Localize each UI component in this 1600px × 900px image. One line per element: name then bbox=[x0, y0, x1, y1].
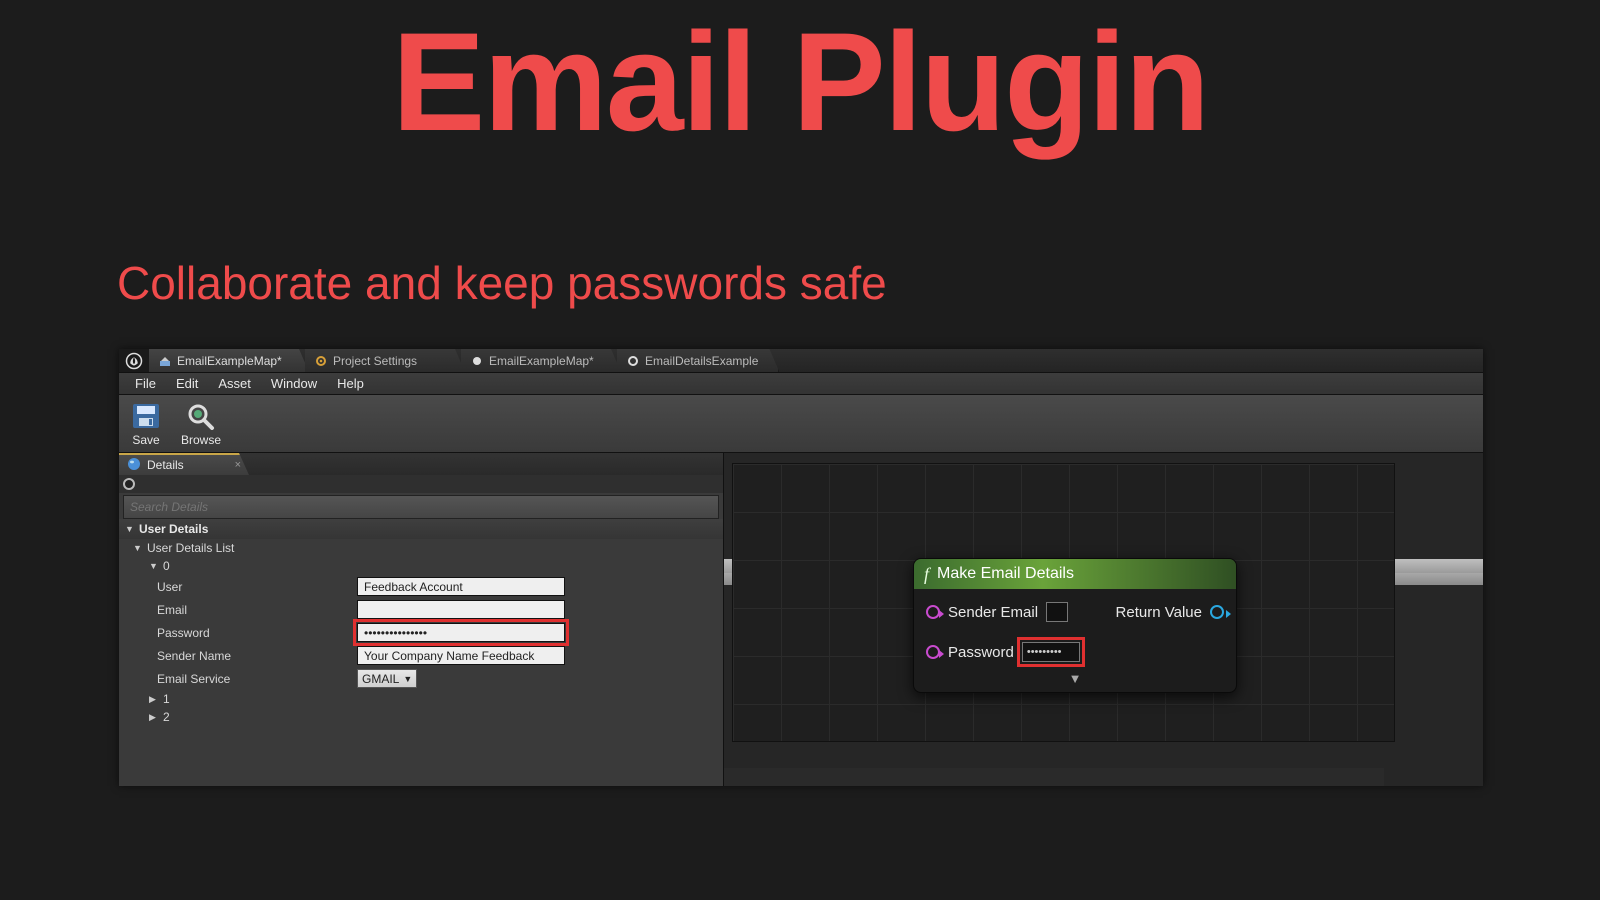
section-label: User Details bbox=[139, 522, 208, 536]
list-index: 2 bbox=[163, 710, 170, 724]
gear-icon bbox=[315, 355, 327, 367]
prop-service-label: Email Service bbox=[157, 672, 357, 686]
tab-label: EmailExampleMap* bbox=[177, 354, 282, 368]
prop-email-field[interactable] bbox=[357, 600, 565, 619]
search-details-input[interactable] bbox=[130, 500, 712, 514]
property-grid: User Feedback Account Email Password •••… bbox=[119, 575, 723, 690]
lock-row bbox=[119, 475, 723, 493]
prop-sender-label: Sender Name bbox=[157, 649, 357, 663]
prop-password-label: Password bbox=[157, 626, 357, 640]
browse-icon bbox=[184, 401, 218, 431]
node-outputs: Return Value bbox=[1116, 599, 1224, 665]
node-expand-toggle[interactable]: ▼ bbox=[914, 671, 1236, 692]
node-make-email-details[interactable]: f Make Email Details Sender Email bbox=[913, 558, 1237, 693]
section-user-details[interactable]: User Details bbox=[119, 519, 723, 539]
pin-sender-email[interactable]: Sender Email bbox=[926, 599, 1080, 625]
prop-password-field[interactable]: ••••••••••••••• bbox=[357, 623, 565, 642]
details-sphere-icon bbox=[127, 457, 141, 474]
chevron-right-icon bbox=[149, 712, 159, 723]
browse-label: Browse bbox=[181, 433, 221, 447]
prop-service-combo[interactable]: GMAIL ▼ bbox=[357, 669, 417, 688]
menu-bar: File Edit Asset Window Help bbox=[119, 373, 1483, 395]
tab-label: Project Settings bbox=[333, 354, 417, 368]
node-header: f Make Email Details bbox=[914, 559, 1236, 589]
combo-value: GMAIL bbox=[362, 672, 399, 686]
pin-label: Return Value bbox=[1116, 604, 1202, 621]
pin-label: Sender Email bbox=[948, 604, 1038, 621]
prop-email: Email bbox=[157, 598, 723, 621]
dot-icon bbox=[471, 355, 483, 367]
prop-sender-field[interactable]: Your Company Name Feedback bbox=[357, 646, 565, 665]
close-icon[interactable]: × bbox=[235, 459, 241, 471]
prop-user: User Feedback Account bbox=[157, 575, 723, 598]
menu-window[interactable]: Window bbox=[263, 374, 325, 393]
pin-label: Password bbox=[948, 644, 1014, 661]
save-label: Save bbox=[132, 433, 159, 447]
list-label: User Details List bbox=[147, 541, 234, 555]
list-item-1[interactable]: 1 bbox=[119, 690, 723, 708]
menu-asset[interactable]: Asset bbox=[210, 374, 259, 393]
tab-email-example-map-2[interactable]: EmailExampleMap* bbox=[461, 349, 621, 372]
unreal-logo-icon bbox=[119, 349, 149, 372]
toolbar: Save Browse bbox=[119, 395, 1483, 453]
editor-window: EmailExampleMap* Project Settings EmailE… bbox=[119, 349, 1483, 786]
node-inputs: Sender Email Password ••••••••• bbox=[926, 599, 1080, 665]
chevron-down-icon: ▼ bbox=[403, 674, 412, 684]
panel-divider[interactable] bbox=[724, 768, 1384, 786]
list-item-0[interactable]: 0 bbox=[119, 557, 723, 575]
blueprint-graph-grid[interactable]: f Make Email Details Sender Email bbox=[732, 463, 1395, 742]
pin-return-value[interactable]: Return Value bbox=[1116, 599, 1224, 625]
menu-edit[interactable]: Edit bbox=[168, 374, 206, 393]
tab-email-example-map[interactable]: EmailExampleMap* bbox=[149, 349, 309, 372]
prop-password: Password ••••••••••••••• bbox=[157, 621, 723, 644]
prop-email-service: Email Service GMAIL ▼ bbox=[157, 667, 723, 690]
prop-sender-name: Sender Name Your Company Name Feedback bbox=[157, 644, 723, 667]
tab-project-settings[interactable]: Project Settings bbox=[305, 349, 465, 372]
ring-icon bbox=[627, 355, 639, 367]
pin-password[interactable]: Password ••••••••• bbox=[926, 639, 1080, 665]
slide-title: Email Plugin bbox=[0, 0, 1600, 152]
prop-email-label: Email bbox=[157, 603, 357, 617]
function-icon: f bbox=[924, 564, 929, 585]
browse-button[interactable]: Browse bbox=[181, 401, 221, 447]
pin-sender-email-input[interactable] bbox=[1046, 602, 1068, 622]
node-body: Sender Email Password ••••••••• bbox=[914, 589, 1236, 671]
pin-password-input[interactable]: ••••••••• bbox=[1022, 642, 1080, 662]
chevron-right-icon bbox=[149, 694, 159, 705]
chevron-down-icon bbox=[125, 524, 135, 534]
lock-toggle-icon[interactable] bbox=[123, 478, 135, 490]
level-icon bbox=[159, 355, 171, 367]
tab-bar: EmailExampleMap* Project Settings EmailE… bbox=[119, 349, 1483, 373]
tab-label: EmailDetailsExample bbox=[645, 354, 758, 368]
search-details-row bbox=[123, 495, 719, 519]
menu-help[interactable]: Help bbox=[329, 374, 372, 393]
save-icon bbox=[129, 401, 163, 431]
list-index: 1 bbox=[163, 692, 170, 706]
slide-subtitle: Collaborate and keep passwords safe bbox=[117, 256, 887, 310]
user-details-list[interactable]: User Details List bbox=[119, 539, 723, 557]
pin-input-icon bbox=[926, 605, 940, 619]
save-button[interactable]: Save bbox=[129, 401, 163, 447]
tab-email-details-example[interactable]: EmailDetailsExample bbox=[617, 349, 779, 372]
prop-user-field[interactable]: Feedback Account bbox=[357, 577, 565, 596]
details-tab[interactable]: Details × bbox=[119, 453, 249, 475]
list-item-2[interactable]: 2 bbox=[119, 708, 723, 726]
graph-panel[interactable]: f Make Email Details Sender Email bbox=[724, 453, 1483, 786]
node-title: Make Email Details bbox=[937, 565, 1074, 583]
details-tab-row: Details × bbox=[119, 453, 723, 475]
details-panel: Details × User Details User Details List bbox=[119, 453, 724, 786]
details-tab-label: Details bbox=[147, 458, 184, 472]
menu-file[interactable]: File bbox=[127, 374, 164, 393]
list-index: 0 bbox=[163, 559, 170, 573]
prop-user-label: User bbox=[157, 580, 357, 594]
pin-output-icon bbox=[1210, 605, 1224, 619]
chevron-down-icon bbox=[133, 543, 143, 553]
tab-label: EmailExampleMap* bbox=[489, 354, 594, 368]
chevron-down-icon bbox=[149, 561, 159, 571]
pin-input-icon bbox=[926, 645, 940, 659]
editor-body: Details × User Details User Details List bbox=[119, 453, 1483, 786]
